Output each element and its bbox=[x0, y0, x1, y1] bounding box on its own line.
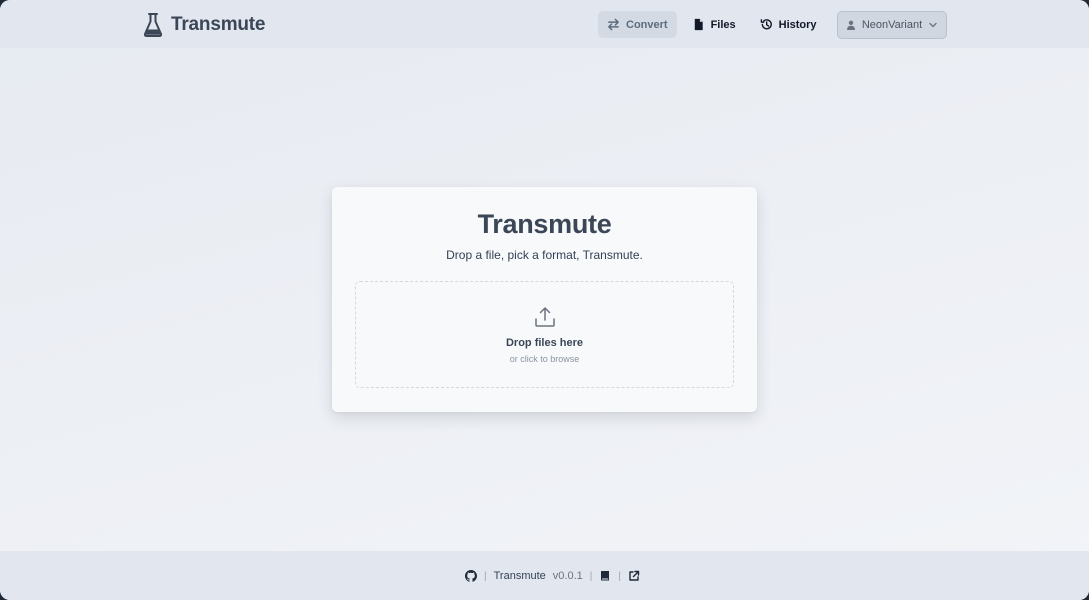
footer-separator: | bbox=[618, 570, 621, 582]
history-icon bbox=[760, 19, 772, 30]
brand-name: Transmute bbox=[171, 14, 266, 35]
chevron-down-icon bbox=[929, 22, 937, 28]
main-nav: Convert Files History bbox=[598, 11, 826, 38]
top-nav-bar: Transmute Convert Files History NeonVari… bbox=[0, 0, 1089, 48]
footer-separator: | bbox=[589, 570, 593, 582]
card-title: Transmute bbox=[477, 209, 612, 239]
footer: | Transmute v0.0.1 | | bbox=[0, 551, 1089, 600]
nav-convert-label: Convert bbox=[626, 18, 668, 31]
swap-arrows-icon bbox=[608, 18, 619, 31]
footer-version: v0.0.1 bbox=[552, 570, 583, 582]
footer-app-name: Transmute bbox=[493, 570, 546, 582]
footer-separator: | bbox=[484, 570, 487, 582]
nav-history-label: History bbox=[778, 18, 817, 31]
upload-icon bbox=[535, 307, 555, 327]
user-name: NeonVariant bbox=[861, 19, 923, 31]
footer-row: | Transmute v0.0.1 | | bbox=[465, 570, 640, 582]
nav-files[interactable]: Files bbox=[683, 11, 745, 38]
brand-logo[interactable]: Transmute bbox=[143, 11, 265, 39]
file-dropzone[interactable]: Drop files here or click to browse bbox=[355, 281, 734, 388]
file-icon bbox=[694, 18, 703, 31]
nav-convert[interactable]: Convert bbox=[598, 11, 677, 38]
card-subtitle: Drop a file, pick a format, Transmute. bbox=[446, 248, 643, 262]
nav-history[interactable]: History bbox=[751, 11, 826, 38]
dropzone-title: Drop files here bbox=[505, 337, 584, 349]
dropzone-subtitle: or click to browse bbox=[509, 354, 580, 364]
user-menu-button[interactable]: NeonVariant bbox=[837, 11, 947, 39]
user-icon bbox=[846, 20, 855, 30]
book-icon[interactable] bbox=[599, 570, 611, 582]
flask-icon bbox=[143, 13, 163, 37]
external-link-icon[interactable] bbox=[628, 570, 640, 582]
nav-files-label: Files bbox=[710, 18, 736, 31]
convert-card: Transmute Drop a file, pick a format, Tr… bbox=[332, 187, 757, 412]
app-window: Transmute Convert Files History NeonVari… bbox=[0, 0, 1089, 600]
github-icon[interactable] bbox=[465, 570, 477, 582]
